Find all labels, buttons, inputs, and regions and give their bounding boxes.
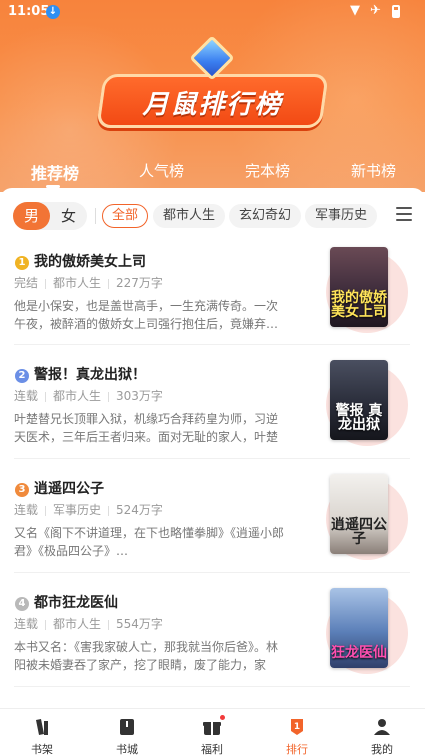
bookshelf-icon: [36, 719, 48, 735]
gender-male-option[interactable]: 男: [13, 202, 50, 230]
nav-label: 排行: [286, 743, 308, 756]
rank-badge: 3: [15, 483, 29, 497]
filter-divider: [95, 208, 96, 224]
ranking-header: 11:05 ↓ ▼ ✈ 月鼠排行榜 推荐榜 人气榜 完本榜 新书榜: [0, 0, 425, 192]
rank-badge: 2: [15, 369, 29, 383]
book-cover-wrap: 警报 真龙出狱: [318, 360, 413, 446]
book-item[interactable]: 4 都市狂龙医仙 连载 都市人生 554万字 本书又名：《害我家破人亡，那我就当你后…: [0, 588, 425, 706]
list-divider: [14, 572, 410, 573]
category-chip-urban[interactable]: 都市人生: [153, 204, 226, 228]
tab-popular[interactable]: 人气榜: [139, 160, 184, 181]
banner-title: 月鼠排行榜: [142, 90, 283, 120]
book-cover[interactable]: 我的傲娇美女上司: [330, 247, 388, 327]
book-title: 我的傲娇美女上司: [34, 254, 146, 270]
book-status: 连载: [14, 617, 39, 631]
book-status: 连载: [14, 503, 39, 517]
book-genre: 都市人生: [53, 617, 102, 631]
book-title: 警报！真龙出狱！: [34, 367, 146, 383]
book-cover[interactable]: 逍遥四公子: [330, 474, 388, 554]
nav-bookstore[interactable]: 书城: [97, 709, 157, 756]
book-description: 叶楚替兄长顶罪入狱，机缘巧合拜药皇为师，习逆天医术，三年后王者归来。面对无耻的家…: [14, 412, 279, 444]
book-item[interactable]: 2 警报！真龙出狱！ 连载 都市人生 303万字 叶楚替兄长顶罪入狱，机缘巧合拜药皇…: [0, 360, 425, 478]
nav-label: 书城: [116, 743, 138, 756]
cover-title: 逍遥四公子: [331, 517, 387, 547]
gift-icon: [203, 722, 221, 735]
battery-icon: [392, 5, 400, 18]
cover-title: 狂龙医仙: [331, 645, 387, 661]
category-chip-fantasy[interactable]: 玄幻奇幻: [229, 204, 302, 228]
book-title: 逍遥四公子: [34, 481, 104, 497]
book-status: 完结: [14, 276, 39, 290]
filter-bar: 男 女 全部 都市人生 玄幻奇幻 军事历史: [0, 202, 425, 230]
bottom-nav: 书架 书城 福利 1 排行 我的: [0, 708, 425, 756]
book-title: 都市狂龙医仙: [34, 595, 118, 611]
rank-badge: 1: [15, 256, 29, 270]
book-meta: 连载 都市人生 303万字: [14, 387, 163, 404]
svg-text:1: 1: [294, 722, 300, 732]
book-words: 227万字: [116, 276, 163, 290]
book-item[interactable]: 3 逍遥四公子 连载 军事历史 524万字 又名《阁下不讲道理，在下也略懂拳脚》《逍…: [0, 474, 425, 592]
ranking-tabs: 推荐榜 人气榜 完本榜 新书榜: [0, 158, 425, 192]
nav-label: 书架: [31, 743, 53, 756]
bookstore-icon: [120, 719, 134, 735]
book-words: 554万字: [116, 617, 163, 631]
wifi-icon: ▼: [350, 3, 360, 18]
nav-bookshelf[interactable]: 书架: [12, 709, 72, 756]
category-chip-military[interactable]: 军事历史: [305, 204, 378, 228]
download-icon: ↓: [46, 5, 60, 19]
profile-icon: [374, 719, 390, 735]
list-divider: [14, 344, 410, 345]
book-cover[interactable]: 警报 真龙出狱: [330, 360, 388, 440]
nav-welfare[interactable]: 福利: [182, 709, 242, 756]
book-cover[interactable]: 狂龙医仙: [330, 588, 388, 668]
nav-ranking[interactable]: 1 排行: [267, 709, 327, 756]
rank-badge: 4: [15, 597, 29, 611]
tab-finished[interactable]: 完本榜: [245, 160, 290, 181]
cover-title: 我的傲娇美女上司: [331, 290, 387, 320]
book-description: 本书又名：《害我家破人亡，那我就当你后爸》。林阳被未婚妻吞了家产，挖了眼睛，废了…: [14, 640, 279, 672]
nav-label: 我的: [371, 743, 393, 756]
cover-title: 警报 真龙出狱: [335, 403, 383, 433]
ranking-banner: 月鼠排行榜: [96, 35, 329, 142]
book-cover-wrap: 逍遥四公子: [318, 474, 413, 560]
gender-female-option[interactable]: 女: [50, 202, 87, 230]
gender-toggle: 男 女: [13, 202, 87, 230]
book-item[interactable]: 1 我的傲娇美女上司 完结 都市人生 227万字 他是小保安，也是盖世高手，一生充满…: [0, 247, 425, 365]
category-chip-all[interactable]: 全部: [102, 204, 149, 228]
list-divider: [14, 686, 410, 687]
notification-dot: [220, 715, 225, 720]
menu-icon[interactable]: [396, 207, 412, 223]
book-meta: 连载 都市人生 554万字: [14, 615, 163, 632]
tab-recommend[interactable]: 推荐榜: [31, 160, 79, 184]
status-time: 11:05: [8, 4, 50, 19]
book-genre: 军事历史: [53, 503, 102, 517]
book-meta: 连载 军事历史 524万字: [14, 501, 163, 518]
book-genre: 都市人生: [53, 389, 102, 403]
nav-profile[interactable]: 我的: [352, 709, 412, 756]
list-divider: [14, 458, 410, 459]
book-status: 连载: [14, 389, 39, 403]
book-description: 他是小保安，也是盖世高手，一生充满传奇。一次午夜，被醉酒的傲娇女上司强行抱住后，…: [14, 299, 279, 331]
tab-new[interactable]: 新书榜: [351, 160, 396, 181]
ranking-icon: 1: [291, 719, 303, 735]
book-description: 又名《阁下不讲道理，在下也略懂拳脚》《逍遥小郎君》《极品四公子》…: [14, 526, 285, 558]
status-bar: 11:05 ↓ ▼ ✈: [0, 0, 425, 24]
book-cover-wrap: 我的傲娇美女上司: [318, 247, 413, 333]
book-cover-wrap: 狂龙医仙: [318, 588, 413, 674]
book-meta: 完结 都市人生 227万字: [14, 274, 163, 291]
airplane-icon: ✈: [370, 3, 381, 18]
book-words: 524万字: [116, 503, 163, 517]
ranking-content: 男 女 全部 都市人生 玄幻奇幻 军事历史 1 我的傲娇美女上司 完结 都市人生 2…: [0, 188, 425, 708]
book-words: 303万字: [116, 389, 163, 403]
book-genre: 都市人生: [53, 276, 102, 290]
nav-label: 福利: [201, 743, 223, 756]
